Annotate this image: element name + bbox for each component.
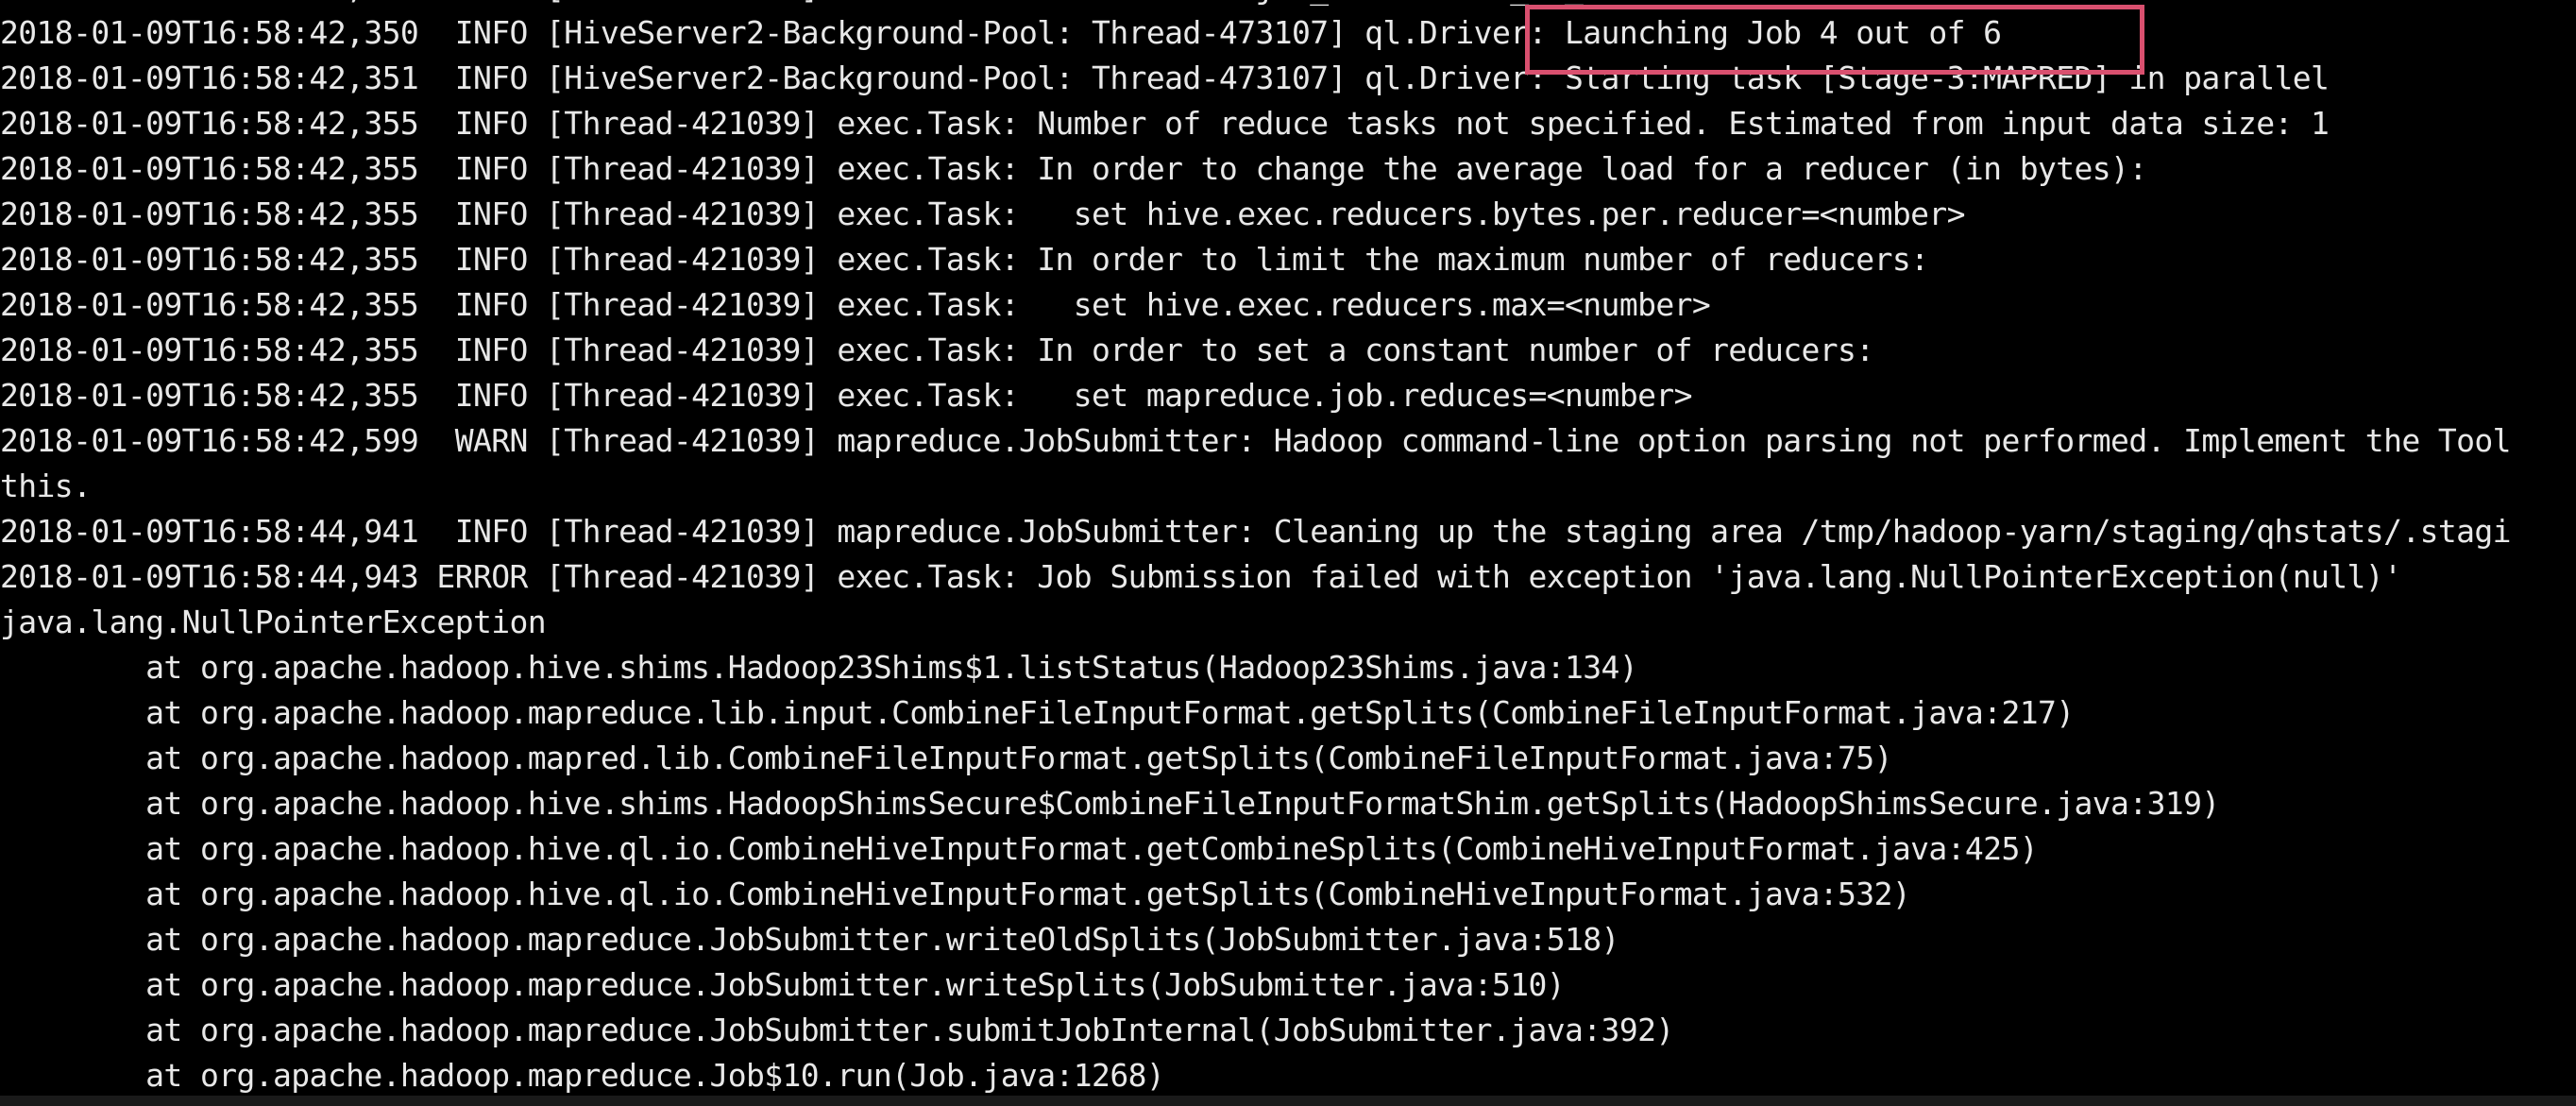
stack-trace-frame: at org.apache.hadoop.mapreduce.lib.input… bbox=[0, 694, 2075, 731]
log-line: 2018-01-09T16:58:42,355 INFO [Thread-421… bbox=[0, 105, 2330, 142]
log-line: 2018-01-09T16:58:42,350 INFO [HiveServer… bbox=[0, 14, 2002, 51]
stack-trace-frame: at org.apache.hadoop.hive.ql.io.CombineH… bbox=[0, 830, 2038, 867]
stack-trace-frame: at org.apache.hadoop.hive.shims.HadoopSh… bbox=[0, 785, 2220, 822]
log-line: 2018-01-09T16:58:40,047 INFO [Thread-420… bbox=[0, 0, 2576, 10]
log-line: 2018-01-09T16:58:42,355 INFO [Thread-421… bbox=[0, 241, 1929, 278]
stack-trace-frame: at org.apache.hadoop.mapreduce.JobSubmit… bbox=[0, 966, 1566, 1003]
log-line: 2018-01-09T16:58:42,355 INFO [Thread-421… bbox=[0, 332, 1874, 368]
stack-trace-frame: at org.apache.hadoop.mapreduce.Job$10.ru… bbox=[0, 1057, 1165, 1094]
log-line-warn: 2018-01-09T16:58:42,599 WARN [Thread-421… bbox=[0, 422, 2512, 459]
terminal-window[interactable]: 2018-01-09T16:58:40,047 INFO [Thread-420… bbox=[0, 0, 2576, 1106]
log-line: 2018-01-09T16:58:42,355 INFO [Thread-421… bbox=[0, 196, 1966, 232]
exception-name: java.lang.NullPointerException bbox=[0, 604, 547, 640]
log-line: 2018-01-09T16:58:42,351 INFO [HiveServer… bbox=[0, 60, 2330, 96]
log-line: 2018-01-09T16:58:42,355 INFO [Thread-421… bbox=[0, 286, 1711, 323]
stack-trace-frame: at org.apache.hadoop.hive.ql.io.CombineH… bbox=[0, 876, 1911, 912]
stack-trace-frame: at org.apache.hadoop.hive.shims.Hadoop23… bbox=[0, 649, 1638, 686]
log-line: 2018-01-09T16:58:44,941 INFO [Thread-421… bbox=[0, 513, 2512, 550]
log-line-wrap: this. bbox=[0, 468, 92, 504]
stack-trace-frame: at org.apache.hadoop.mapred.lib.CombineF… bbox=[0, 740, 1892, 776]
log-line-error: 2018-01-09T16:58:44,943 ERROR [Thread-42… bbox=[0, 558, 2402, 595]
terminal-bottom-edge bbox=[0, 1096, 2576, 1106]
stack-trace-frame: at org.apache.hadoop.mapreduce.JobSubmit… bbox=[0, 1012, 1674, 1048]
stack-trace-frame: at org.apache.hadoop.mapreduce.JobSubmit… bbox=[0, 921, 1619, 958]
log-output: 2018-01-09T16:58:40,047 INFO [Thread-420… bbox=[0, 0, 2576, 1098]
log-line: 2018-01-09T16:58:42,355 INFO [Thread-421… bbox=[0, 377, 1693, 414]
log-line: 2018-01-09T16:58:42,355 INFO [Thread-421… bbox=[0, 150, 2147, 187]
